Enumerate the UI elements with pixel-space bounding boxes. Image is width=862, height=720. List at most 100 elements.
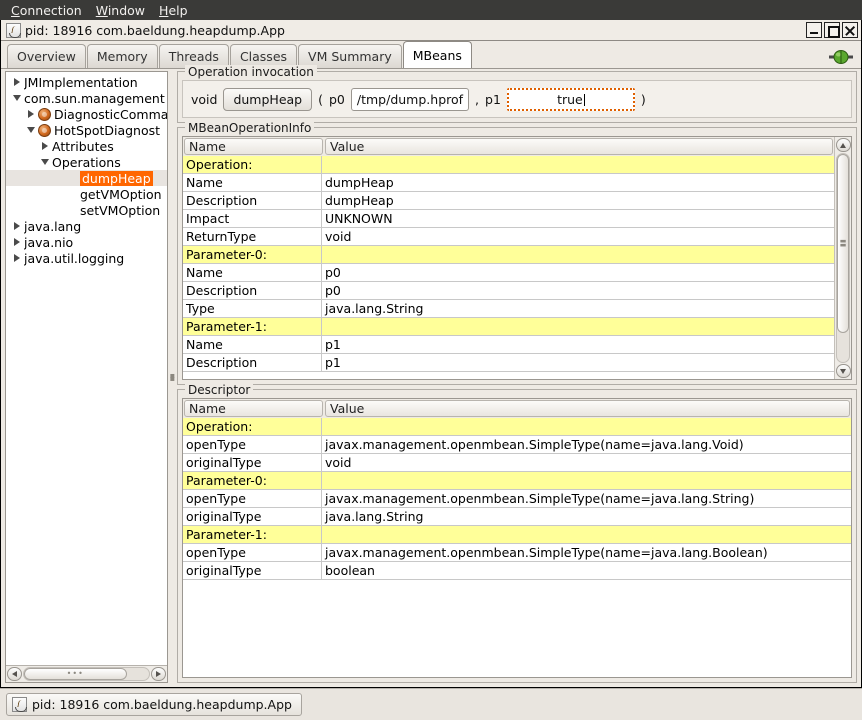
chevron-down-icon[interactable] bbox=[24, 127, 38, 133]
menu-window[interactable]: Window bbox=[89, 1, 152, 20]
table-row[interactable]: ImpactUNKNOWN bbox=[183, 210, 834, 228]
operation-info-table: Name Value Operation:NamedumpHeapDescrip… bbox=[183, 137, 834, 379]
tree-node-diagnosticcomma[interactable]: DiagnosticComma bbox=[6, 106, 167, 122]
scroll-right-button[interactable] bbox=[151, 667, 166, 681]
tree-node-label: getVMOption bbox=[80, 187, 162, 202]
chevron-right-icon[interactable] bbox=[10, 222, 24, 230]
chevron-right-icon[interactable] bbox=[10, 78, 24, 86]
tree-node-java-nio[interactable]: java.nio bbox=[6, 234, 167, 250]
tree-horizontal-scrollbar[interactable]: ••• bbox=[6, 665, 167, 682]
tree-hscroll-track[interactable]: ••• bbox=[23, 667, 150, 681]
table-row[interactable]: openTypejavax.management.openmbean.Simpl… bbox=[183, 490, 851, 508]
java-icon bbox=[12, 697, 27, 712]
column-header-value[interactable]: Value bbox=[325, 138, 833, 155]
column-header-value[interactable]: Value bbox=[325, 400, 850, 417]
cell-value: void bbox=[322, 228, 834, 245]
tree-node-operations[interactable]: Operations bbox=[6, 154, 167, 170]
menu-connection[interactable]: Connection bbox=[4, 1, 89, 20]
operation-info-table-wrap: Name Value Operation:NamedumpHeapDescrip… bbox=[182, 136, 852, 380]
tree-node-com-sun-management[interactable]: com.sun.management bbox=[6, 90, 167, 106]
cell-value: dumpHeap bbox=[322, 174, 834, 191]
mbean-operation-info-group: MBeanOperationInfo Name Value Operation:… bbox=[177, 127, 857, 385]
tab-memory[interactable]: Memory bbox=[87, 44, 158, 68]
table-row[interactable]: NamedumpHeap bbox=[183, 174, 834, 192]
taskbar-item-jconsole[interactable]: pid: 18916 com.baeldung.heapdump.App bbox=[6, 693, 302, 716]
cell-name: originalType bbox=[183, 508, 322, 525]
table-row[interactable]: openTypejavax.management.openmbean.Simpl… bbox=[183, 544, 851, 562]
tree-node-label: java.nio bbox=[24, 235, 73, 250]
operation-info-header: Name Value bbox=[183, 137, 834, 156]
table-row[interactable]: Typejava.lang.String bbox=[183, 300, 834, 318]
chevron-right-icon[interactable] bbox=[38, 142, 52, 150]
scroll-down-button[interactable] bbox=[836, 364, 851, 378]
scroll-left-button[interactable] bbox=[7, 667, 22, 681]
cell-value: p1 bbox=[322, 354, 834, 371]
tree-node-attributes[interactable]: Attributes bbox=[6, 138, 167, 154]
table-row[interactable]: originalTypeboolean bbox=[183, 562, 851, 580]
operation-info-vscroll-thumb[interactable]: ▬▬ bbox=[837, 154, 849, 333]
table-row[interactable]: Parameter-0: bbox=[183, 472, 851, 490]
cell-value: dumpHeap bbox=[322, 192, 834, 209]
table-row[interactable]: originalTypevoid bbox=[183, 454, 851, 472]
tree-node-java-util-logging[interactable]: java.util.logging bbox=[6, 250, 167, 266]
param-separator: , bbox=[475, 92, 479, 107]
table-row[interactable]: Descriptionp1 bbox=[183, 354, 834, 372]
tree-node-jmimplementation[interactable]: JMImplementation bbox=[6, 74, 167, 90]
column-header-name[interactable]: Name bbox=[184, 400, 323, 417]
frame-title-group: pid: 18916 com.baeldung.heapdump.App bbox=[6, 23, 285, 38]
tree-hscroll-thumb[interactable]: ••• bbox=[24, 668, 127, 680]
chevron-down-icon[interactable] bbox=[10, 95, 24, 101]
taskbar-item-label: pid: 18916 com.baeldung.heapdump.App bbox=[32, 697, 292, 712]
tree-node-label: dumpHeap bbox=[80, 171, 153, 186]
chevron-right-icon[interactable] bbox=[10, 238, 24, 246]
column-header-name[interactable]: Name bbox=[184, 138, 323, 155]
table-row[interactable]: Parameter-1: bbox=[183, 526, 851, 544]
table-row[interactable]: DescriptiondumpHeap bbox=[183, 192, 834, 210]
mbean-operation-info-label: MBeanOperationInfo bbox=[185, 121, 314, 135]
table-row[interactable]: openTypejavax.management.openmbean.Simpl… bbox=[183, 436, 851, 454]
table-row[interactable]: Parameter-1: bbox=[183, 318, 834, 336]
table-row[interactable]: Parameter-0: bbox=[183, 246, 834, 264]
param-1-input[interactable]: true bbox=[507, 88, 635, 111]
chevron-down-icon[interactable] bbox=[38, 159, 52, 165]
table-row[interactable]: Namep0 bbox=[183, 264, 834, 282]
table-row[interactable]: Operation: bbox=[183, 156, 834, 174]
table-row[interactable]: Operation: bbox=[183, 418, 851, 436]
cell-name: Impact bbox=[183, 210, 322, 227]
table-row[interactable]: originalTypejava.lang.String bbox=[183, 508, 851, 526]
tree-node-getvmoption[interactable]: getVMOption bbox=[6, 186, 167, 202]
table-row[interactable]: Descriptionp0 bbox=[183, 282, 834, 300]
minimize-button[interactable] bbox=[806, 22, 822, 38]
param-0-input[interactable]: /tmp/dump.hprof bbox=[351, 88, 469, 111]
cell-name: openType bbox=[183, 436, 322, 453]
text-caret bbox=[584, 94, 585, 106]
tab-overview[interactable]: Overview bbox=[7, 44, 86, 68]
operation-info-vscroll-track[interactable]: ▬▬ bbox=[836, 153, 850, 363]
menu-help[interactable]: Help bbox=[152, 1, 195, 20]
split-pane-divider[interactable]: ▪▪ bbox=[168, 71, 177, 683]
cell-name: Description bbox=[183, 354, 322, 371]
tree-node-hotspotdiagnost[interactable]: HotSpotDiagnost bbox=[6, 122, 167, 138]
cell-name: openType bbox=[183, 544, 322, 561]
splitter-grip-icon: ▪▪ bbox=[170, 374, 175, 380]
chevron-right-icon[interactable] bbox=[24, 110, 38, 118]
tree-node-dumpheap[interactable]: dumpHeap bbox=[6, 170, 167, 186]
tree-node-label: Operations bbox=[52, 155, 121, 170]
table-row[interactable]: Namep1 bbox=[183, 336, 834, 354]
chevron-right-icon[interactable] bbox=[10, 254, 24, 262]
invoke-dumpheap-button[interactable]: dumpHeap bbox=[223, 88, 312, 111]
tree-node-java-lang[interactable]: java.lang bbox=[6, 218, 167, 234]
mbean-tree[interactable]: JMImplementationcom.sun.managementDiagno… bbox=[6, 72, 167, 665]
cell-value: javax.management.openmbean.SimpleType(na… bbox=[322, 436, 851, 453]
tab-mbeans[interactable]: MBeans bbox=[403, 41, 472, 68]
tree-node-setvmoption[interactable]: setVMOption bbox=[6, 202, 167, 218]
scroll-up-button[interactable] bbox=[836, 138, 851, 152]
java-icon bbox=[6, 23, 21, 38]
operation-info-vertical-scrollbar[interactable]: ▬▬ bbox=[834, 137, 851, 379]
cell-value bbox=[322, 318, 834, 335]
close-button[interactable] bbox=[842, 22, 858, 38]
tree-node-label: DiagnosticComma bbox=[54, 107, 167, 122]
table-row[interactable]: ReturnTypevoid bbox=[183, 228, 834, 246]
maximize-button[interactable] bbox=[824, 22, 840, 38]
descriptor-table-wrap: Name Value Operation:openTypejavax.manag… bbox=[182, 398, 852, 678]
